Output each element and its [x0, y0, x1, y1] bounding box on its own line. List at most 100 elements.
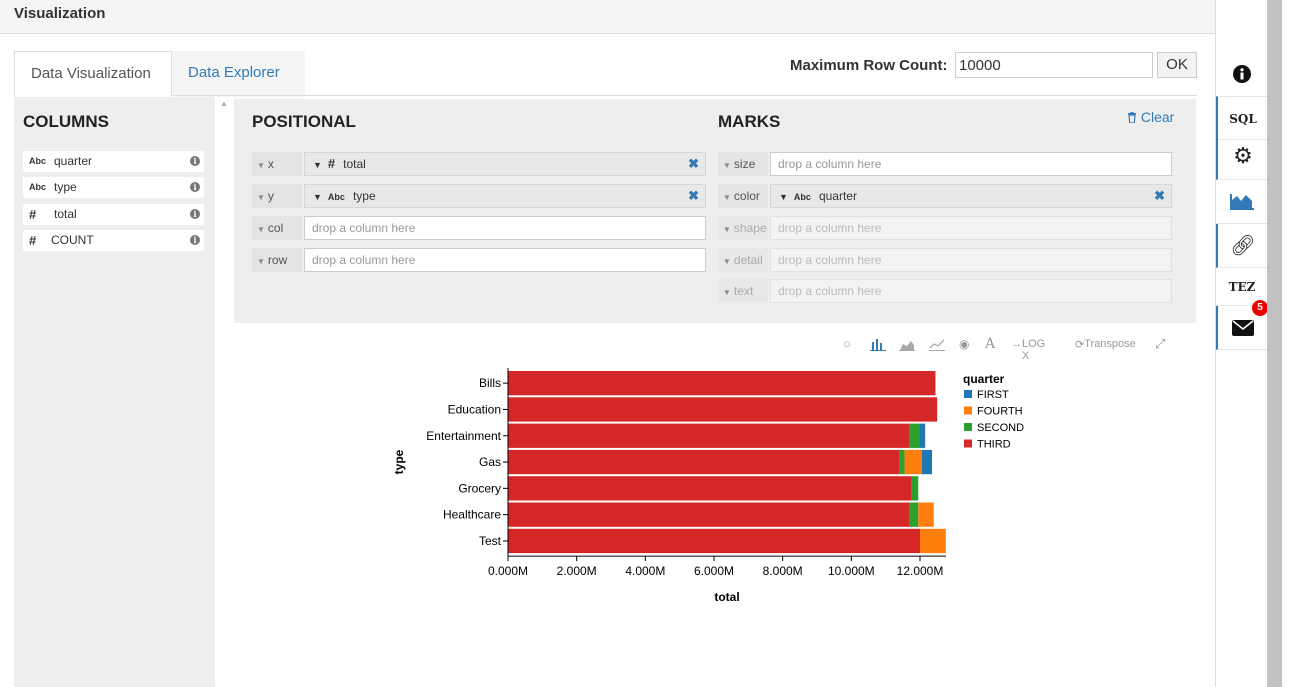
- area-mark-icon[interactable]: [899, 338, 915, 354]
- caret-down-icon: ▼: [257, 193, 265, 202]
- field-pill-total[interactable]: ▼ # total: [313, 153, 366, 176]
- shelf-drop-zone[interactable]: drop a column here: [770, 152, 1172, 176]
- right-sidebar: SQL ⚙ 🔗︎ TEZ 5: [1215, 0, 1268, 687]
- sql-button[interactable]: SQL: [1216, 96, 1268, 140]
- caret-down-icon: ▼: [723, 257, 731, 266]
- column-name: total: [54, 207, 77, 221]
- info-icon[interactable]: i: [190, 209, 200, 219]
- column-name: type: [54, 180, 77, 194]
- shelf-drop-zone[interactable]: drop a column here: [304, 216, 706, 240]
- string-type-icon: Abc: [327, 192, 345, 202]
- tab-data-explorer[interactable]: Data Explorer: [172, 51, 305, 97]
- shelf-field[interactable]: ▼ Abc quarter ✖: [770, 184, 1172, 208]
- info-icon: [1233, 65, 1251, 83]
- shelf-size[interactable]: ▼ size drop a column here: [718, 152, 1173, 176]
- remove-icon[interactable]: ✖: [1154, 185, 1165, 207]
- text-mark-icon[interactable]: A: [985, 336, 995, 352]
- tab-divider: [14, 95, 1197, 96]
- shelf-label: ▼ detail: [718, 248, 768, 272]
- caret-down-icon: ▼: [723, 161, 731, 170]
- shelf-drop-zone: drop a column here: [770, 279, 1172, 303]
- number-type-icon: #: [29, 233, 37, 248]
- bar-mark-icon[interactable]: [870, 338, 886, 354]
- number-type-icon: #: [327, 156, 336, 171]
- caret-down-icon: ▼: [723, 193, 731, 202]
- column-item-quarter[interactable]: Abc quarter i: [23, 151, 204, 172]
- info-icon[interactable]: i: [190, 156, 200, 166]
- transpose-button[interactable]: ⟳ Transpose: [1075, 338, 1136, 351]
- shelf-label: ▼ size: [718, 152, 768, 176]
- top-bar: Visualization: [0, 0, 1215, 34]
- envelope-icon: [1232, 320, 1254, 336]
- shelf-y[interactable]: ▼ y ▼ Abc type ✖: [252, 184, 706, 208]
- info-button[interactable]: [1216, 52, 1268, 96]
- shelf-color[interactable]: ▼ color ▼ Abc quarter ✖: [718, 184, 1173, 208]
- number-type-icon: #: [29, 207, 37, 222]
- max-row-count-label: Maximum Row Count:: [790, 57, 948, 74]
- shelf-field[interactable]: ▼ # total ✖: [304, 152, 706, 176]
- field-pill-quarter[interactable]: ▼ Abc quarter: [779, 185, 857, 208]
- column-name: quarter: [54, 154, 93, 168]
- shelf-label: ▼ col: [252, 216, 302, 240]
- tab-data-visualization[interactable]: Data Visualization: [14, 51, 172, 97]
- shelf-col[interactable]: ▼ col drop a column here: [252, 216, 706, 240]
- visualization-button[interactable]: [1216, 180, 1268, 224]
- shelf-detail: ▼ detail drop a column here: [718, 248, 1173, 272]
- shelf-drop-zone: drop a column here: [770, 216, 1172, 240]
- clear-label: Clear: [1140, 109, 1175, 125]
- shelf-row[interactable]: ▼ row drop a column here: [252, 248, 706, 272]
- string-type-icon: Abc: [793, 192, 811, 202]
- shelf-label: ▼ color: [718, 184, 768, 208]
- shelf-shape: ▼ shape drop a column here: [718, 216, 1173, 240]
- scrollbar-thumb[interactable]: [1267, 0, 1282, 687]
- caret-down-icon: ▼: [257, 225, 265, 234]
- log-x-toggle[interactable]: → LOG X: [1011, 338, 1045, 362]
- caret-down-icon: ▼: [723, 225, 731, 234]
- shelf-label: ▼ y: [252, 184, 302, 208]
- area-chart-icon: [1230, 194, 1254, 210]
- column-item-type[interactable]: Abc type i: [23, 177, 204, 198]
- shelf-drop-zone: drop a column here: [770, 248, 1172, 272]
- info-icon[interactable]: i: [190, 235, 200, 245]
- link-button[interactable]: 🔗︎: [1216, 224, 1268, 268]
- messages-button[interactable]: 5: [1216, 300, 1268, 350]
- notification-badge: 5: [1252, 300, 1268, 316]
- string-type-icon: Abc: [29, 156, 47, 166]
- field-name: total: [343, 157, 366, 171]
- shelf-drop-zone[interactable]: drop a column here: [304, 248, 706, 272]
- trash-icon: [1128, 112, 1136, 124]
- line-mark-icon[interactable]: [929, 338, 945, 354]
- field-pill-type[interactable]: ▼ Abc type: [313, 185, 376, 208]
- visualization-area: [234, 323, 1196, 687]
- panel-splitter[interactable]: ▲: [215, 97, 234, 687]
- remove-icon[interactable]: ✖: [688, 153, 699, 175]
- shelves-panel: POSITIONAL MARKS Clear ▼ x ▼ # total ✖ ▼ y ▼…: [234, 99, 1196, 323]
- clear-button[interactable]: Clear: [1127, 109, 1174, 125]
- scroll-up-arrow-icon[interactable]: ▲: [220, 99, 228, 108]
- settings-button[interactable]: ⚙: [1216, 136, 1268, 180]
- caret-down-icon[interactable]: ▼: [313, 192, 322, 202]
- max-row-count-input[interactable]: [955, 52, 1153, 78]
- shelf-label: ▼ text: [718, 279, 768, 303]
- field-name: type: [352, 189, 376, 203]
- remove-icon[interactable]: ✖: [688, 185, 699, 207]
- column-item-total[interactable]: # total i: [23, 204, 204, 225]
- shelf-field[interactable]: ▼ Abc type ✖: [304, 184, 706, 208]
- info-icon[interactable]: i: [190, 182, 200, 192]
- shelf-x[interactable]: ▼ x ▼ # total ✖: [252, 152, 706, 176]
- caret-down-icon[interactable]: ▼: [779, 192, 788, 202]
- positional-title: POSITIONAL: [252, 112, 356, 131]
- field-name: quarter: [818, 189, 857, 203]
- ok-button[interactable]: OK: [1157, 52, 1197, 78]
- string-type-icon: Abc: [29, 182, 47, 192]
- point-mark-icon[interactable]: ○: [843, 336, 851, 351]
- shelf-label: ▼ x: [252, 152, 302, 176]
- tick-mark-icon[interactable]: ◉: [959, 337, 969, 351]
- marks-title: MARKS: [718, 112, 781, 131]
- expand-icon[interactable]: ⤢: [1155, 336, 1165, 352]
- caret-down-icon[interactable]: ▼: [313, 160, 322, 170]
- caret-down-icon: ▼: [723, 288, 731, 297]
- page-scrollbar[interactable]: [1267, 0, 1290, 687]
- column-item-count[interactable]: # COUNT i: [23, 230, 204, 251]
- columns-title: COLUMNS: [23, 112, 109, 131]
